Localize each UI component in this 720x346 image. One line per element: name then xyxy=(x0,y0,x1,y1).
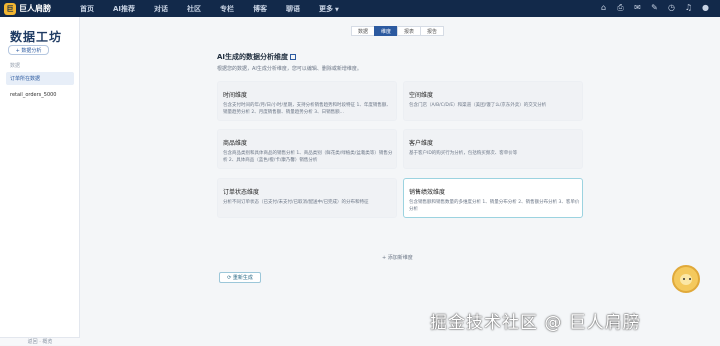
card-title: 销售绩效维度 xyxy=(409,189,446,196)
edit-icon[interactable]: ✎ xyxy=(650,3,659,13)
dimension-card-time[interactable]: 时间维度 包含支付时间的年/月/日/小时/星期，支持分析销售趋势和时段特征 1、… xyxy=(217,81,397,121)
nav-item-home[interactable]: 首页 xyxy=(80,4,94,14)
nav-item-blog[interactable]: 博客 xyxy=(253,4,267,14)
dimension-card-customer[interactable]: 客户维度 基于客户ID的购买行为分析，包括购买频次、客单价等 xyxy=(403,129,583,169)
tab-report-table[interactable]: 报表 xyxy=(397,26,421,36)
panel-description: 根据您的数据，AI生成分析维度，您可以编辑、删除或新增维度。 xyxy=(217,66,362,72)
sidebar-title: 数据工坊 xyxy=(10,30,63,44)
sidebar-footer[interactable]: 返回 · 概览 xyxy=(0,337,80,345)
edit-icon[interactable] xyxy=(290,54,297,60)
nav-item-column[interactable]: 专栏 xyxy=(220,4,234,14)
card-desc: 包含支付时间的年/月/日/小时/星期，支持分析销售趋势和时段特征 1、年度销售额… xyxy=(223,103,391,115)
card-desc: 分析不同订单状态（已支付/未支付/已取消/配送中/已完成）的分布和特征 xyxy=(223,200,369,205)
regenerate-button[interactable]: ⟳ 重新生成 xyxy=(219,272,261,283)
avatar[interactable]: ● xyxy=(701,3,710,13)
tab-report[interactable]: 报告 xyxy=(420,26,444,36)
tab-data[interactable]: 数据 xyxy=(351,26,375,36)
tab-dimension[interactable]: 维度 xyxy=(374,26,398,36)
nav-item-more[interactable]: 更多 ▼ xyxy=(319,4,339,14)
panel-title: AI生成的数据分析维度 xyxy=(217,52,297,62)
main-content: 数据 维度 报表 报告 AI生成的数据分析维度 根据您的数据，AI生成分析维度，… xyxy=(80,17,720,345)
mail-icon[interactable]: ✉ xyxy=(633,3,642,13)
card-desc: 包含门店（A/B/C/D/E）和渠道（美团/饿了么/京东外卖）的交叉分析 xyxy=(409,103,547,108)
sidebar-item-retail-orders[interactable]: retail_orders_5000 xyxy=(6,88,74,101)
card-title: 订单状态维度 xyxy=(223,189,260,196)
card-desc: 包含商品类别和具体商品的销售分析 1、商品类别（鲜花类/绿植类/盆栽类等）销售分… xyxy=(223,151,393,163)
nav-item-chat[interactable]: 对话 xyxy=(154,4,168,14)
lion-assistant-icon[interactable] xyxy=(672,265,700,293)
nav-more-label: 更多 xyxy=(319,4,334,13)
dimension-card-sales-performance[interactable]: 销售绩效维度 包含销售额和销售数量的多维度分析 1、销量分布分析 2、销售额分布… xyxy=(403,178,583,218)
brand-name: 巨人肩膀 xyxy=(19,4,51,13)
sidebar-item-order-data[interactable]: 订单所在数据 xyxy=(6,72,74,85)
assistant-eye xyxy=(683,278,685,280)
card-title: 商品维度 xyxy=(223,140,248,147)
view-tabs: 数据 维度 报表 报告 xyxy=(351,26,444,36)
nav-item-ai[interactable]: AI推荐 xyxy=(113,4,135,14)
nav-item-talk[interactable]: 聊语 xyxy=(286,4,300,14)
card-title: 空间维度 xyxy=(409,92,434,99)
print-icon[interactable]: ⎙ xyxy=(616,3,625,13)
top-nav: 巨 巨人肩膀 首页 AI推荐 对话 社区 专栏 博客 聊语 更多 ▼ ⌂ ⎙ ✉ … xyxy=(0,0,720,17)
clock-icon[interactable]: ◷ xyxy=(667,3,676,13)
panel-title-text: AI生成的数据分析维度 xyxy=(217,53,289,61)
watermark: 掘金技术社区 @ 巨人肩膀 xyxy=(430,313,641,333)
nav-item-community[interactable]: 社区 xyxy=(187,4,201,14)
card-desc: 基于客户ID的购买行为分析，包括购买频次、客单价等 xyxy=(409,151,518,156)
assistant-eye xyxy=(689,278,691,280)
sidebar-section-label: 数据 xyxy=(10,63,21,69)
add-dimension-link[interactable]: + 添加新维度 xyxy=(382,254,413,261)
home-icon[interactable]: ⌂ xyxy=(599,3,608,13)
dimension-card-order-status[interactable]: 订单状态维度 分析不同订单状态（已支付/未支付/已取消/配送中/已完成）的分布和… xyxy=(217,178,397,218)
bell-icon[interactable]: ♫ xyxy=(684,3,693,13)
chevron-down-icon: ▼ xyxy=(335,6,339,13)
brand-logo[interactable]: 巨 巨人肩膀 xyxy=(4,2,80,15)
dimension-card-product[interactable]: 商品维度 包含商品类别和具体商品的销售分析 1、商品类别（鲜花类/绿植类/盆栽类… xyxy=(217,129,397,169)
card-desc: 包含销售额和销售数量的多维度分析 1、销量分布分析 2、销售额分布分析 3、客单… xyxy=(409,200,580,212)
add-analysis-button[interactable]: + 数据分析 xyxy=(8,45,49,55)
card-title: 客户维度 xyxy=(409,140,434,147)
sidebar: 数据工坊 + 数据分析 数据 订单所在数据 retail_orders_5000… xyxy=(0,17,80,345)
dimension-card-space[interactable]: 空间维度 包含门店（A/B/C/D/E）和渠道（美团/饿了么/京东外卖）的交叉分… xyxy=(403,81,583,121)
logo-badge: 巨 xyxy=(4,2,16,15)
card-title: 时间维度 xyxy=(223,92,248,99)
